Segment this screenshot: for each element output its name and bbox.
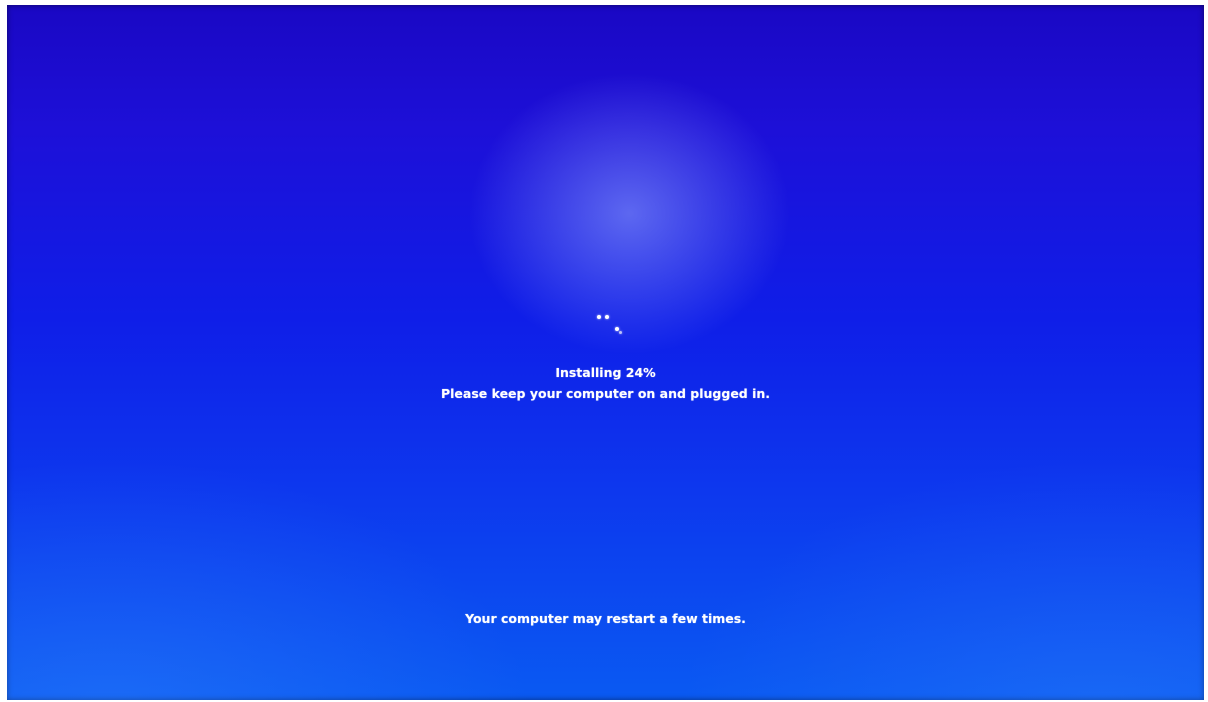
keep-plugged-in-text: Please keep your computer on and plugged… bbox=[440, 386, 771, 401]
spinner-dot bbox=[605, 315, 609, 319]
restart-notice-text: Your computer may restart a few times. bbox=[465, 611, 746, 626]
installing-screen: Installing 24% Please keep your computer… bbox=[7, 5, 1204, 700]
install-status-text: Installing 24% bbox=[555, 365, 656, 380]
spinner-dot bbox=[615, 327, 619, 331]
loading-spinner-icon bbox=[593, 311, 623, 337]
spinner-dot bbox=[597, 315, 601, 319]
photo-frame: Installing 24% Please keep your computer… bbox=[0, 0, 1208, 702]
spinner-dot bbox=[619, 331, 622, 334]
